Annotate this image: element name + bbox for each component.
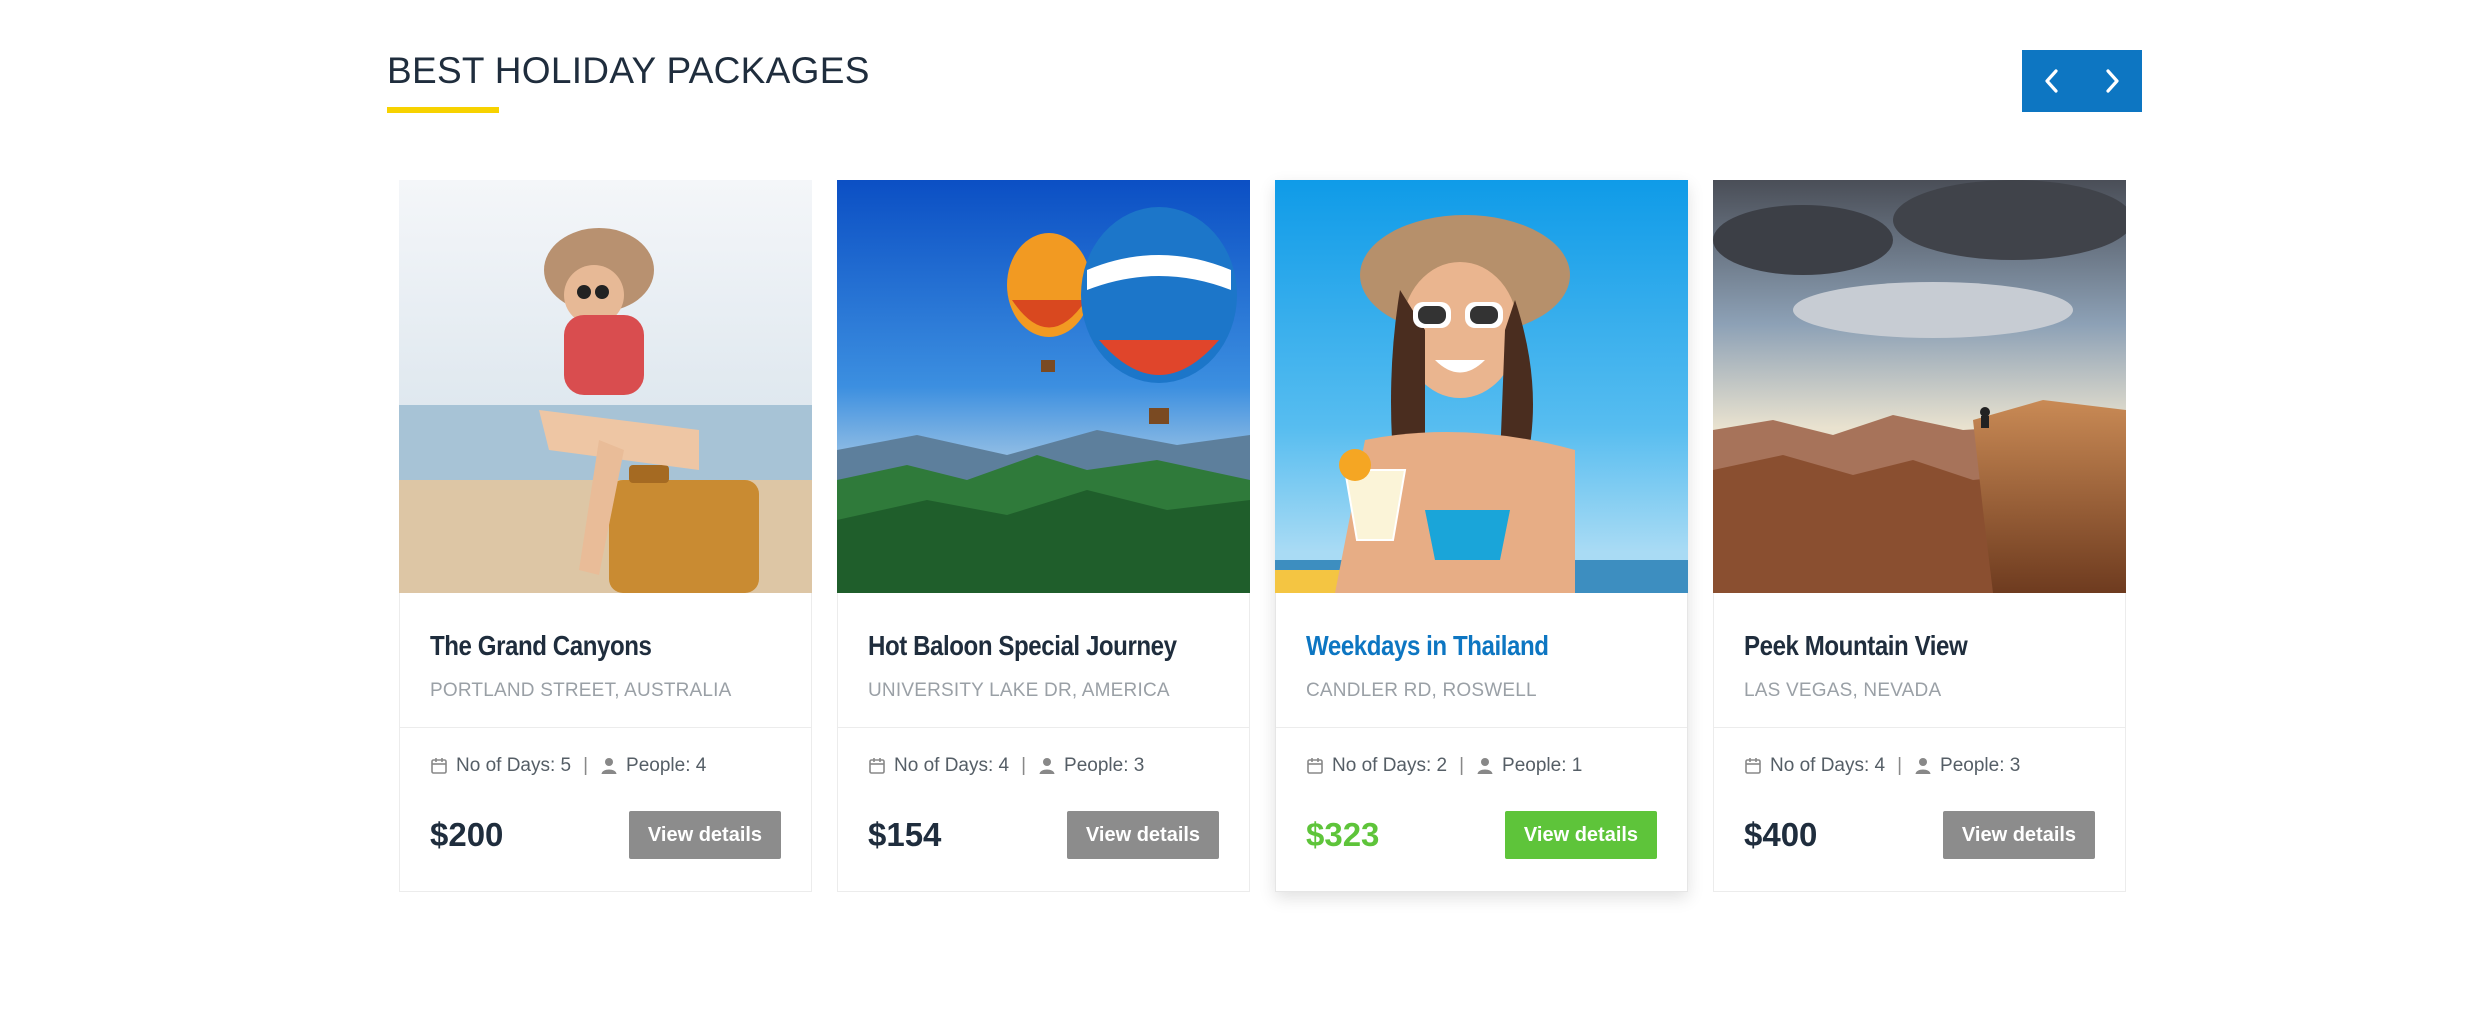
package-meta: No of Days: 4 | People: 3 bbox=[838, 728, 1249, 777]
meta-separator: | bbox=[583, 755, 589, 776]
package-card[interactable]: Weekdays in Thailand CANDLER RD, ROSWELL… bbox=[1275, 180, 1688, 892]
days-label: No of Days: 4 bbox=[894, 755, 1010, 776]
package-card[interactable]: The Grand Canyons PORTLAND STREET, AUSTR… bbox=[399, 180, 812, 892]
card-footer: $200 View details bbox=[430, 811, 781, 859]
package-card[interactable]: Hot Baloon Special Journey UNIVERSITY LA… bbox=[837, 180, 1250, 892]
calendar-icon bbox=[1745, 758, 1761, 774]
package-card[interactable]: Peek Mountain View LAS VEGAS, NEVADA No … bbox=[1713, 180, 2126, 892]
package-image[interactable] bbox=[1275, 180, 1688, 593]
view-details-button[interactable]: View details bbox=[1505, 811, 1657, 859]
package-meta: No of Days: 4 | People: 3 bbox=[1714, 728, 2125, 777]
meta-separator: | bbox=[1459, 755, 1465, 776]
calendar-icon bbox=[431, 758, 447, 774]
days-label: No of Days: 5 bbox=[456, 755, 572, 776]
package-image[interactable] bbox=[399, 180, 812, 593]
view-details-button[interactable]: View details bbox=[629, 811, 781, 859]
package-price: $154 bbox=[868, 816, 942, 853]
card-footer: $154 View details bbox=[868, 811, 1219, 859]
package-image[interactable] bbox=[837, 180, 1250, 593]
view-details-button[interactable]: View details bbox=[1067, 811, 1219, 859]
user-icon bbox=[1039, 758, 1055, 774]
calendar-icon bbox=[1307, 758, 1323, 774]
package-location: UNIVERSITY LAKE DR, AMERICA bbox=[868, 680, 1170, 701]
people-label: People: 3 bbox=[1940, 755, 2021, 776]
user-icon bbox=[601, 758, 617, 774]
chevron-left-icon bbox=[2045, 69, 2058, 93]
card-footer: $323 View details bbox=[1306, 811, 1657, 859]
user-icon bbox=[1477, 758, 1493, 774]
user-icon bbox=[1915, 758, 1931, 774]
package-meta: No of Days: 2 | People: 1 bbox=[1276, 728, 1687, 777]
package-title[interactable]: The Grand Canyons bbox=[430, 593, 732, 662]
people-label: People: 3 bbox=[1064, 755, 1145, 776]
meta-separator: | bbox=[1897, 755, 1903, 776]
next-button[interactable] bbox=[2082, 50, 2142, 112]
days-label: No of Days: 4 bbox=[1770, 755, 1886, 776]
package-location: PORTLAND STREET, AUSTRALIA bbox=[430, 680, 732, 701]
people-label: People: 1 bbox=[1502, 755, 1583, 776]
title-underline bbox=[387, 107, 499, 113]
package-price: $400 bbox=[1744, 816, 1818, 853]
section-title: BEST HOLIDAY PACKAGES bbox=[387, 50, 870, 91]
calendar-icon bbox=[869, 758, 885, 774]
people-label: People: 4 bbox=[626, 755, 707, 776]
package-image[interactable] bbox=[1713, 180, 2126, 593]
package-title[interactable]: Hot Baloon Special Journey bbox=[868, 593, 1177, 662]
meta-separator: | bbox=[1021, 755, 1027, 776]
chevron-right-icon bbox=[2106, 69, 2119, 93]
card-footer: $400 View details bbox=[1744, 811, 2095, 859]
package-location: CANDLER RD, ROSWELL bbox=[1306, 680, 1537, 701]
package-location: LAS VEGAS, NEVADA bbox=[1744, 680, 1942, 701]
package-price: $323 bbox=[1306, 816, 1380, 853]
days-label: No of Days: 2 bbox=[1332, 755, 1448, 776]
prev-button[interactable] bbox=[2022, 50, 2082, 112]
carousel-nav bbox=[2022, 50, 2142, 112]
package-title[interactable]: Weekdays in Thailand bbox=[1306, 593, 1608, 662]
package-meta: No of Days: 5 | People: 4 bbox=[400, 728, 811, 777]
package-title[interactable]: Peek Mountain View bbox=[1744, 593, 2046, 662]
package-price: $200 bbox=[430, 816, 504, 853]
view-details-button[interactable]: View details bbox=[1943, 811, 2095, 859]
